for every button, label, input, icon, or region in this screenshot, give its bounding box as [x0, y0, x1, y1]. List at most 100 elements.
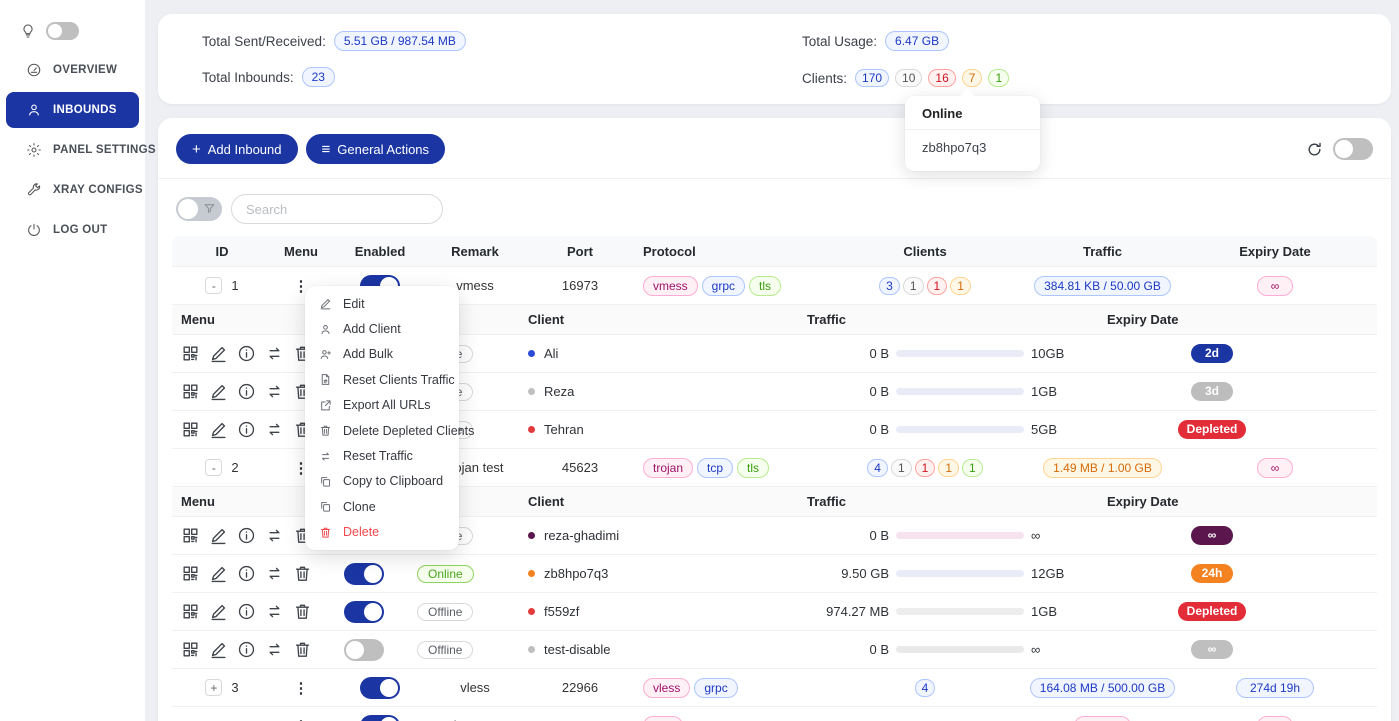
enabled-toggle[interactable]	[360, 715, 400, 721]
menu-item-export-all-urls[interactable]: Export All URLs	[305, 393, 459, 418]
client-color-dot	[528, 532, 535, 539]
dashboard-icon	[26, 62, 42, 78]
enabled-toggle[interactable]	[344, 601, 384, 623]
client-traffic-limit: 12GB	[1031, 566, 1064, 581]
menu-item-add-client[interactable]: Add Client	[305, 316, 459, 341]
menu-item-clone[interactable]: Clone	[305, 494, 459, 519]
client-traffic-bar	[896, 350, 1024, 357]
pencil-icon[interactable]	[209, 382, 228, 401]
sidebar-item-overview[interactable]: OVERVIEW	[6, 52, 139, 88]
swap-icon[interactable]	[265, 640, 284, 659]
qrcode-icon[interactable]	[181, 382, 200, 401]
swap-icon[interactable]	[265, 564, 284, 583]
user-icon	[26, 102, 42, 118]
auto-refresh-toggle[interactable]	[1333, 138, 1373, 160]
file-reset-icon	[319, 373, 332, 386]
menu-item-delete-depleted-clients[interactable]: Delete Depleted Clients	[305, 418, 459, 443]
info-icon[interactable]	[237, 344, 256, 363]
trash-icon[interactable]	[293, 640, 312, 659]
row-menu-button[interactable]: ⋮	[294, 679, 309, 697]
qrcode-icon[interactable]	[181, 526, 200, 545]
inbound-traffic-badge: 0 B / ∞	[1074, 716, 1131, 721]
menu-item-add-bulk[interactable]: Add Bulk	[305, 342, 459, 367]
client-traffic-cell: 974.27 MB1GB	[807, 604, 1107, 619]
menu-item-reset-traffic[interactable]: Reset Traffic	[305, 443, 459, 468]
inbound-port: 16973	[520, 278, 640, 293]
swap-icon[interactable]	[265, 382, 284, 401]
inbound-id: 3	[231, 680, 238, 695]
info-icon[interactable]	[237, 602, 256, 621]
trash-icon[interactable]	[293, 602, 312, 621]
qrcode-icon[interactable]	[181, 564, 200, 583]
qrcode-icon[interactable]	[181, 640, 200, 659]
sidebar-item-inbounds[interactable]: INBOUNDS	[6, 92, 139, 128]
filter-toggle[interactable]	[176, 197, 222, 221]
online-clients-popover: Online zb8hpo7q3	[905, 96, 1040, 171]
info-icon[interactable]	[237, 382, 256, 401]
info-icon[interactable]	[237, 564, 256, 583]
client-name: Ali	[544, 346, 558, 361]
enabled-toggle[interactable]	[344, 563, 384, 585]
client-enabled-cell	[337, 601, 417, 623]
client-count-badge: 170	[855, 69, 889, 87]
inbound-port: 45623	[520, 460, 640, 475]
refresh-icon[interactable]	[1306, 141, 1323, 158]
pencil-icon[interactable]	[209, 564, 228, 583]
menu-item-copy-to-clipboard[interactable]: Copy to Clipboard	[305, 469, 459, 494]
qrcode-icon[interactable]	[181, 344, 200, 363]
client-traffic-cell: 0 B10GB	[807, 346, 1107, 361]
theme-toggle-row	[0, 14, 145, 48]
expand-button[interactable]: +	[205, 679, 222, 696]
general-actions-button[interactable]: ≡ General Actions	[306, 134, 446, 164]
swap-icon	[319, 450, 332, 463]
swap-icon[interactable]	[265, 602, 284, 621]
swap-icon[interactable]	[265, 420, 284, 439]
menu-item-reset-clients-traffic[interactable]: Reset Clients Traffic	[305, 367, 459, 392]
info-icon[interactable]	[237, 526, 256, 545]
inbound-traffic-cell: 1.49 MB / 1.00 GB	[990, 458, 1215, 478]
sidebar-item-xray-configs[interactable]: XRAY CONFIGS	[6, 172, 139, 208]
info-icon[interactable]	[237, 420, 256, 439]
collapse-button[interactable]: -	[205, 277, 222, 294]
row-menu-button[interactable]: ⋮	[294, 717, 309, 721]
client-count-badge: 1	[950, 277, 971, 295]
enabled-toggle[interactable]	[360, 677, 400, 699]
menu-item-label: Reset Clients Traffic	[343, 373, 455, 387]
pencil-icon[interactable]	[209, 640, 228, 659]
enabled-toggle[interactable]	[344, 639, 384, 661]
client-count-badge: 1	[927, 277, 948, 295]
total-sent-received-value: 5.51 GB / 987.54 MB	[334, 31, 466, 51]
sidebar-item-log-out[interactable]: LOG OUT	[6, 212, 139, 248]
pencil-icon[interactable]	[209, 420, 228, 439]
menu-item-label: Delete	[343, 525, 379, 539]
client-traffic-used: 0 B	[807, 422, 889, 437]
swap-icon[interactable]	[265, 526, 284, 545]
swap-icon[interactable]	[265, 344, 284, 363]
inbound-client-counts: 3111	[860, 277, 990, 295]
qrcode-icon[interactable]	[181, 602, 200, 621]
add-inbound-button[interactable]: + Add Inbound	[176, 134, 298, 164]
client-name: zb8hpo7q3	[544, 566, 608, 581]
sidebar-item-panel-settings[interactable]: PANEL SETTINGS	[6, 132, 139, 168]
pencil-icon[interactable]	[209, 602, 228, 621]
theme-toggle[interactable]	[46, 22, 79, 40]
info-icon[interactable]	[237, 640, 256, 659]
search-input[interactable]	[231, 194, 443, 224]
inbound-traffic-cell: 384.81 KB / 50.00 GB	[990, 276, 1215, 296]
collapse-button[interactable]: -	[205, 459, 222, 476]
client-traffic-used: 0 B	[807, 528, 889, 543]
qrcode-icon[interactable]	[181, 420, 200, 439]
inbound-enabled-cell	[330, 677, 430, 699]
column-header-client: Client	[507, 312, 807, 327]
pencil-icon[interactable]	[209, 344, 228, 363]
inbound-id-cell: +3	[172, 679, 272, 696]
menu-item-delete[interactable]: Delete	[305, 520, 459, 545]
menu-item-edit[interactable]: Edit	[305, 291, 459, 316]
protocol-tag: trojan	[643, 458, 693, 478]
inbound-remark: vless	[430, 680, 520, 695]
inbound-expiry-badge: ∞	[1257, 276, 1294, 296]
trash-icon[interactable]	[293, 564, 312, 583]
client-traffic-limit: 1GB	[1031, 384, 1057, 399]
pencil-icon[interactable]	[209, 526, 228, 545]
client-count-badge: 1	[988, 69, 1009, 87]
